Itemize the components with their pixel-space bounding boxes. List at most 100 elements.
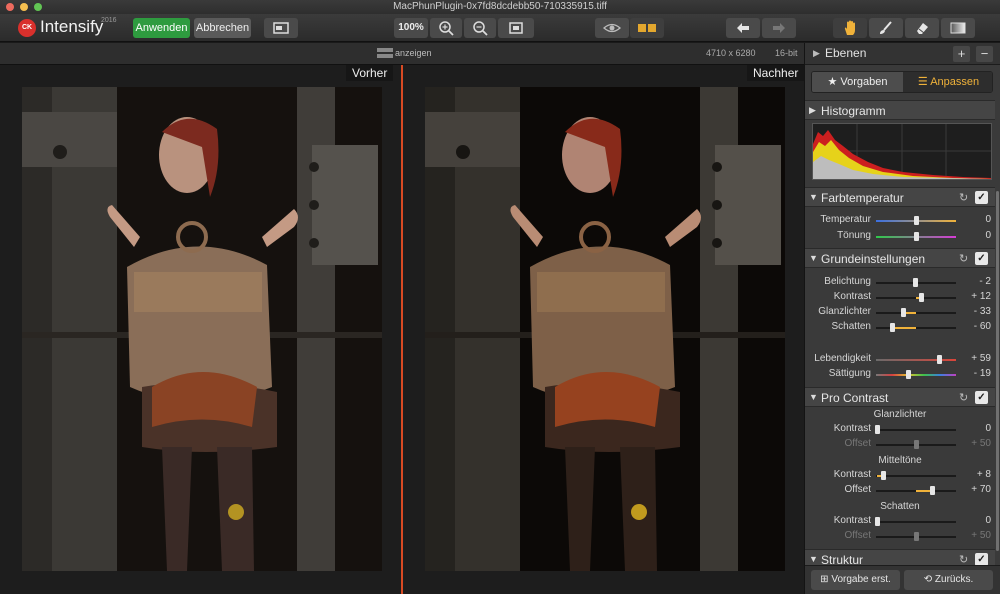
star-icon: ★ [827, 76, 838, 88]
pro-contrast-expand-icon[interactable]: ▼ [809, 392, 818, 402]
reset-all-button[interactable]: ⟲ Zurücks. [904, 570, 993, 590]
slider-track[interactable] [876, 232, 956, 241]
slider-label: Sättigung [828, 368, 871, 379]
enable-checkbox[interactable]: ✓ [975, 252, 988, 265]
slider-track[interactable] [876, 355, 956, 364]
slider-track[interactable] [876, 278, 956, 287]
preview-canvas[interactable]: Vorher Nachher [0, 65, 805, 594]
gradient-icon [950, 22, 966, 34]
slider-knob[interactable] [890, 323, 895, 332]
slider-value: + 50 [971, 438, 991, 449]
undo-button[interactable] [726, 18, 760, 38]
slider-track[interactable] [876, 216, 956, 225]
panel-footer: ⊞ Vorgabe erst. ⟲ Zurücks. [805, 565, 1000, 594]
apply-button[interactable]: Anwenden [133, 18, 190, 38]
split-view-button[interactable] [630, 18, 664, 38]
color-temp-expand-icon[interactable]: ▼ [809, 192, 818, 202]
preview-toggle-button[interactable] [595, 18, 629, 38]
zoom-100-button[interactable]: 100% [394, 18, 428, 38]
fit-to-screen-button[interactable] [498, 18, 534, 38]
slider-track[interactable] [876, 370, 956, 379]
slider-knob[interactable] [914, 440, 919, 449]
section-pro-contrast-header[interactable]: ▼ Pro Contrast ↻ ✓ [805, 387, 995, 407]
slider-track[interactable] [876, 486, 956, 495]
slider-knob[interactable] [930, 486, 935, 495]
reset-all-label: Zurücks. [934, 574, 974, 585]
minimize-window-button[interactable] [20, 3, 28, 11]
cancel-button[interactable]: Abbrechen [194, 18, 251, 38]
slider-track[interactable] [875, 425, 956, 434]
before-after-divider[interactable] [401, 65, 403, 594]
redo-button[interactable] [762, 18, 796, 38]
slider-temperature: Temperatur 0 [805, 213, 995, 228]
slider-knob[interactable] [914, 532, 919, 541]
slider-track[interactable] [876, 440, 956, 449]
show-panel-icon[interactable] [377, 47, 393, 59]
zoom-in-icon [439, 21, 454, 36]
slider-contrast: Kontrast + 12 [805, 290, 995, 305]
reset-icon[interactable]: ↻ [959, 391, 968, 404]
fit-screen-icon [509, 22, 523, 34]
photo-before [22, 87, 382, 571]
layout-toggle-button[interactable] [264, 18, 298, 38]
section-histogram-header[interactable]: ▶ Histogramm [805, 100, 995, 120]
slider-knob[interactable] [875, 517, 880, 526]
slider-track[interactable] [876, 308, 956, 317]
layers-header[interactable]: ▶ Ebenen + − [805, 43, 1000, 65]
slider-track[interactable] [876, 532, 956, 541]
slider-knob[interactable] [913, 278, 918, 287]
reset-icon[interactable]: ↻ [959, 191, 968, 204]
slider-knob[interactable] [875, 425, 880, 434]
slider-track[interactable] [876, 293, 956, 302]
reset-icon[interactable]: ↻ [959, 252, 968, 265]
slider-knob[interactable] [914, 232, 919, 241]
brush-tool-button[interactable] [869, 18, 903, 38]
slider-value: + 70 [971, 484, 991, 495]
slider-knob[interactable] [906, 370, 911, 379]
layers-expand-icon[interactable]: ▶ [813, 48, 820, 59]
show-label[interactable]: anzeigen [395, 48, 432, 58]
save-preset-button[interactable]: ⊞ Vorgabe erst. [811, 570, 900, 590]
pro-contrast-highlights-title: Glanzlichter [873, 409, 927, 420]
panel-scrollbar[interactable] [996, 191, 999, 551]
slider-track[interactable] [875, 517, 956, 526]
section-color-temperature-header[interactable]: ▼ Farbtemperatur ↻ ✓ [805, 187, 995, 207]
slider-value: 0 [985, 515, 991, 526]
close-window-button[interactable] [6, 3, 14, 11]
slider-knob[interactable] [901, 308, 906, 317]
slider-pc-midtones-contrast: Kontrast + 8 [805, 468, 995, 483]
histogram-chart [812, 123, 992, 180]
image-dimensions: 4710 x 6280 [706, 48, 756, 58]
color-temp-title: Farbtemperatur [821, 191, 904, 205]
slider-label: Glanzlichter [818, 306, 871, 317]
app-year: 2016 [101, 17, 117, 24]
hand-icon [844, 20, 855, 35]
maximize-window-button[interactable] [34, 3, 42, 11]
zoom-out-button[interactable] [464, 18, 496, 38]
pro-contrast-shadows-title: Schatten [880, 501, 920, 512]
slider-knob[interactable] [914, 216, 919, 225]
gradient-tool-button[interactable] [941, 18, 975, 38]
slider-knob[interactable] [919, 293, 924, 302]
hand-tool-button[interactable] [833, 18, 867, 38]
structure-expand-icon[interactable]: ▼ [809, 554, 818, 564]
slider-knob[interactable] [881, 471, 886, 480]
photo-after-image [425, 87, 785, 571]
save-preset-label: Vorgabe erst. [831, 574, 891, 585]
slider-knob[interactable] [937, 355, 942, 364]
tab-adjust[interactable]: ☰ Anpassen [903, 72, 992, 92]
zoom-in-button[interactable] [430, 18, 462, 38]
eraser-tool-button[interactable] [905, 18, 939, 38]
histogram-expand-icon[interactable]: ▶ [809, 105, 816, 116]
sliders-icon: ☰ [917, 76, 928, 88]
add-preset-icon: ⊞ [820, 574, 829, 585]
add-layer-button[interactable]: + [953, 46, 970, 62]
slider-track[interactable] [876, 471, 956, 480]
remove-layer-button[interactable]: − [976, 46, 993, 62]
basic-expand-icon[interactable]: ▼ [809, 253, 818, 263]
section-basic-header[interactable]: ▼ Grundeinstellungen ↻ ✓ [805, 248, 995, 268]
enable-checkbox[interactable]: ✓ [975, 191, 988, 204]
enable-checkbox[interactable]: ✓ [975, 391, 988, 404]
slider-track[interactable] [876, 323, 956, 332]
tab-presets[interactable]: ★ Vorgaben [812, 72, 903, 92]
